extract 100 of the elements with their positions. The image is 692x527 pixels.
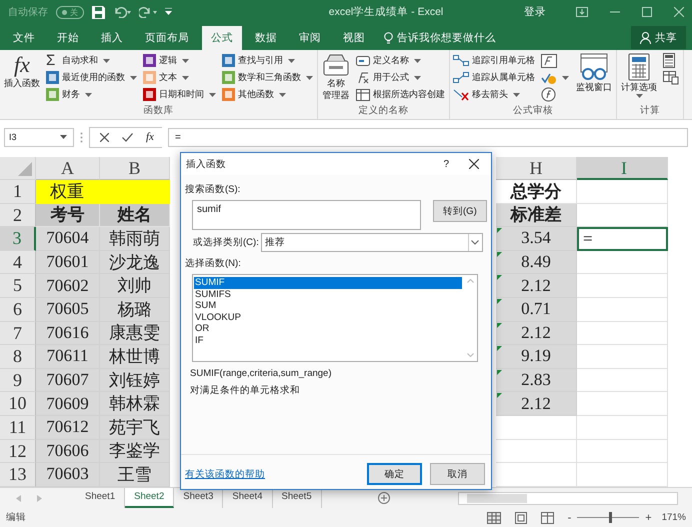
calculator-icon[interactable] xyxy=(628,53,650,81)
formula-field[interactable]: = xyxy=(168,128,688,146)
cancel-button[interactable]: 取消 xyxy=(430,463,485,485)
customize-icon[interactable] xyxy=(165,8,172,16)
row-header[interactable]: 9 xyxy=(0,368,36,392)
function-item[interactable]: VLOOKUP xyxy=(194,312,462,323)
error-indicator-icon[interactable] xyxy=(497,275,502,280)
share-button[interactable]: 共享 xyxy=(631,26,686,49)
caret-icon[interactable] xyxy=(182,76,189,80)
row-header[interactable]: 5 xyxy=(0,274,36,298)
error-indicator-icon[interactable] xyxy=(497,393,502,398)
ribbon-button[interactable]: 查找与引用 xyxy=(222,53,314,68)
ribbon-button[interactable]: 文本 xyxy=(143,70,217,85)
function-list[interactable]: SUMIF SUMIFS SUM VLOOKUP OR IF xyxy=(192,274,478,362)
maximize-icon[interactable] xyxy=(642,7,652,17)
caret-icon[interactable] xyxy=(306,76,313,80)
caret-icon[interactable] xyxy=(288,58,295,62)
error-indicator-icon[interactable] xyxy=(497,322,502,328)
ribbon-button[interactable]: 最近使用的函数 xyxy=(46,70,138,85)
drag-handle-icon[interactable] xyxy=(80,132,83,142)
error-indicator-icon[interactable] xyxy=(497,370,502,375)
ribbon-display-icon[interactable] xyxy=(576,7,588,17)
column-header[interactable]: B xyxy=(100,157,170,180)
ribbon-tab[interactable]: 视图 xyxy=(334,26,374,50)
row-header[interactable]: 11 xyxy=(0,416,36,440)
row-header[interactable]: 6 xyxy=(0,298,36,322)
caret-icon[interactable] xyxy=(130,76,137,80)
ribbon-tab[interactable]: 数据 xyxy=(246,26,286,50)
row-header[interactable]: 3 xyxy=(0,227,36,251)
row-header[interactable]: 4 xyxy=(0,250,36,274)
tell-me-field[interactable]: 告诉我你想要做什么 xyxy=(397,32,527,44)
ribbon-tab[interactable]: 公式 xyxy=(202,26,242,50)
zoom-out-button[interactable]: - xyxy=(568,512,572,524)
help-link[interactable]: 有关该函数的帮助 xyxy=(185,468,265,480)
ribbon-tab[interactable]: 审阅 xyxy=(290,26,330,50)
evaluate-formula-icon[interactable] xyxy=(541,87,556,102)
error-indicator-icon[interactable] xyxy=(497,252,502,257)
ribbon-tab[interactable]: 插入 xyxy=(92,26,132,50)
row-header[interactable]: 8 xyxy=(0,345,36,369)
ribbon-button[interactable]: 逻辑 xyxy=(143,53,217,68)
function-item[interactable]: IF xyxy=(194,334,462,346)
sheet-tab[interactable]: Sheet2 xyxy=(125,488,174,508)
caret-icon[interactable] xyxy=(414,76,421,80)
caret-icon[interactable] xyxy=(513,92,520,96)
function-item[interactable]: SUMIF xyxy=(194,277,462,288)
insert-function-button[interactable]: fx xyxy=(146,131,154,143)
function-item[interactable]: OR xyxy=(194,323,462,334)
category-dropdown[interactable]: 推荐 xyxy=(260,233,483,252)
caret-icon[interactable] xyxy=(279,92,286,96)
active-cell[interactable]: = xyxy=(577,227,668,251)
close-icon[interactable] xyxy=(469,159,479,169)
name-box[interactable]: I3 xyxy=(4,128,74,146)
undo-icon[interactable] xyxy=(113,6,131,18)
ribbon-button[interactable]: 日期和时间 xyxy=(143,87,217,102)
sign-in-link[interactable]: 登录 xyxy=(524,5,546,19)
remove-arrows-icon[interactable] xyxy=(453,88,469,101)
row-header[interactable]: 1 xyxy=(0,180,36,204)
ribbon-button[interactable]: 数学和三角函数 xyxy=(222,70,314,85)
caret-icon[interactable] xyxy=(85,92,92,96)
show-formulas-icon[interactable] xyxy=(541,54,557,68)
function-item[interactable]: SUMIFS xyxy=(194,288,462,300)
ribbon-button[interactable]: fx 插入函数 xyxy=(3,53,41,104)
enter-icon[interactable] xyxy=(122,132,133,142)
calculator-icon[interactable] xyxy=(663,53,675,68)
trace-arrow-icon[interactable] xyxy=(453,54,469,67)
ribbon-button[interactable]: 追踪引用单元格 xyxy=(453,53,536,68)
cancel-icon[interactable] xyxy=(100,132,109,142)
ribbon-button[interactable]: 定义名称 xyxy=(356,53,446,68)
ok-button[interactable]: 确定 xyxy=(367,463,422,485)
save-icon[interactable] xyxy=(92,6,105,18)
caret-icon[interactable] xyxy=(60,135,67,139)
watch-window-icon[interactable] xyxy=(578,53,610,81)
ribbon-button[interactable]: 监视窗口 xyxy=(575,53,613,104)
row-header[interactable]: 2 xyxy=(0,204,36,228)
page-break-icon[interactable] xyxy=(540,512,554,524)
ribbon-button[interactable]: 追踪从属单元格 xyxy=(453,70,536,85)
row-header[interactable]: 12 xyxy=(0,440,36,464)
ribbon-button[interactable]: Σ 自动求和 xyxy=(46,53,138,68)
row-header[interactable]: 13 xyxy=(0,463,36,487)
normal-view-icon[interactable] xyxy=(486,512,501,524)
ribbon-tab[interactable]: 开始 xyxy=(48,26,88,50)
search-field[interactable]: sumif xyxy=(192,200,421,230)
ribbon-tab[interactable]: 页面布局 xyxy=(136,26,198,50)
error-indicator-icon[interactable] xyxy=(497,298,502,304)
caret-icon[interactable] xyxy=(209,92,216,96)
row-header[interactable]: 7 xyxy=(0,322,36,346)
column-header[interactable]: A xyxy=(36,157,100,180)
column-header[interactable]: H xyxy=(496,157,577,180)
ribbon-tab[interactable]: 文件 xyxy=(4,26,44,50)
error-indicator-icon[interactable] xyxy=(497,228,502,234)
caret-icon[interactable] xyxy=(414,58,421,62)
ribbon-button[interactable]: 其他函数 xyxy=(222,87,314,102)
zoom-in-button[interactable]: + xyxy=(645,512,652,524)
button-label[interactable]: 管理器 xyxy=(322,90,350,101)
horizontal-scrollbar[interactable] xyxy=(458,492,678,504)
function-item[interactable]: SUM xyxy=(194,300,462,312)
page-layout-icon[interactable] xyxy=(514,512,527,524)
redo-icon[interactable] xyxy=(139,6,157,18)
trace-arrow-icon[interactable] xyxy=(453,71,469,84)
button-label[interactable]: 名称 xyxy=(327,78,345,89)
